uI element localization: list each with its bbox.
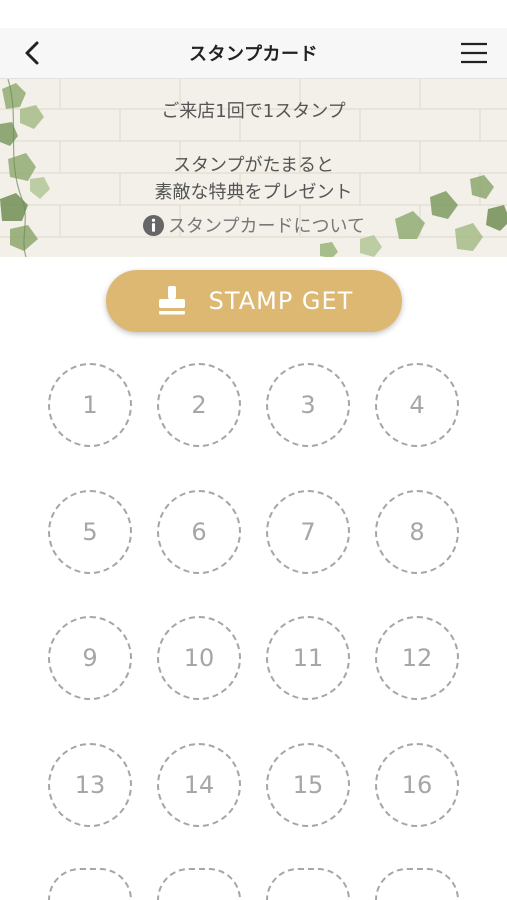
header: スタンプカード — [0, 28, 507, 79]
menu-button[interactable] — [455, 36, 493, 70]
banner-reward-text-2: 素敵な特典をプレゼント — [154, 182, 353, 203]
about-stamp-card-link[interactable]: スタンプカードについて — [0, 212, 507, 238]
stamp-slot: 9 — [48, 616, 132, 700]
info-icon — [142, 214, 165, 236]
stamp-slot: 6 — [157, 490, 241, 574]
stamp-slot: 2 — [157, 363, 241, 447]
stamp-get-button[interactable]: STAMP GET — [106, 270, 402, 332]
stamp-slot: 16 — [375, 743, 459, 827]
stamp-slot-partial — [48, 868, 132, 900]
stamp-slot-partial — [157, 868, 241, 900]
stamp-slot: 12 — [375, 616, 459, 700]
stamp-get-label: STAMP GET — [208, 287, 354, 315]
stamp-slot: 15 — [266, 743, 350, 827]
about-stamp-card-label: スタンプカードについて — [168, 216, 365, 237]
stamp-icon — [158, 286, 185, 315]
banner-reward-text-1: スタンプがたまると — [173, 155, 334, 176]
stamp-slot: 10 — [157, 616, 241, 700]
stamp-slot: 5 — [48, 490, 132, 574]
stamp-slot: 7 — [266, 490, 350, 574]
back-button[interactable] — [14, 36, 50, 70]
stamp-slot-partial — [375, 868, 459, 900]
chevron-left-icon — [25, 41, 39, 65]
stamp-slot: 8 — [375, 490, 459, 574]
stamp-slot-partial — [266, 868, 350, 900]
stamp-slot: 4 — [375, 363, 459, 447]
stamp-slot: 13 — [48, 743, 132, 827]
page-title: スタンプカード — [189, 44, 318, 65]
stamp-slot: 14 — [157, 743, 241, 827]
banner-rule-text: ご来店1回で1スタンプ — [161, 101, 346, 122]
stamp-slot: 3 — [266, 363, 350, 447]
status-bar — [0, 0, 507, 28]
stamp-slot: 1 — [48, 363, 132, 447]
info-banner: ご来店1回で1スタンプ スタンプがたまると 素敵な特典をプレゼント スタンプカー… — [0, 79, 507, 257]
stamp-slot: 11 — [266, 616, 350, 700]
hamburger-menu-icon — [461, 42, 487, 64]
